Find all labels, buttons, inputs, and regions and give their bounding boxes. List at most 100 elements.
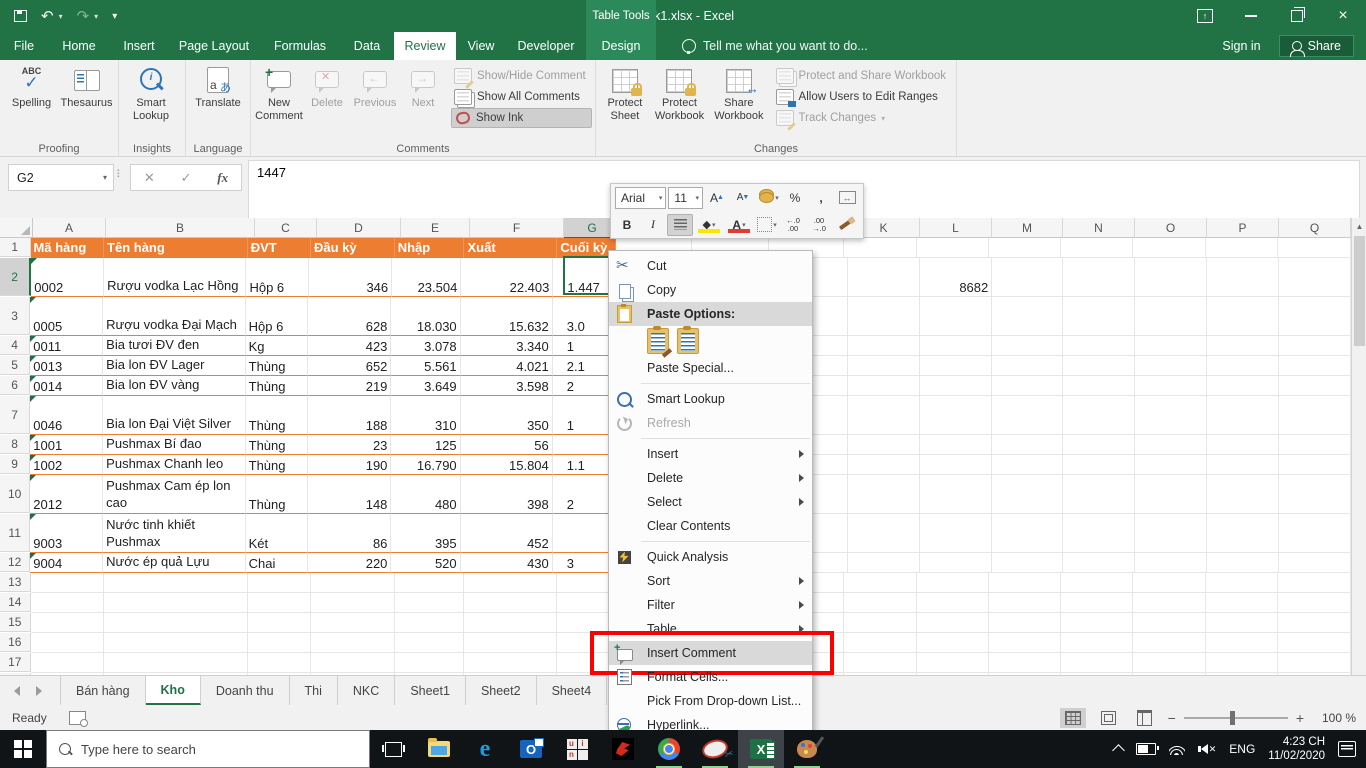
font-size-select[interactable]: 11 ▾ (668, 186, 703, 209)
file-explorer-button[interactable] (416, 730, 462, 768)
zoom-out-button[interactable]: − (1168, 710, 1176, 726)
center-align-button[interactable] (667, 213, 693, 236)
cell-P11[interactable] (1207, 514, 1280, 553)
cell-Q17[interactable] (1278, 653, 1351, 673)
cell-D11[interactable]: 86 (308, 514, 392, 553)
cell-N18[interactable] (1061, 673, 1134, 675)
cell-M13[interactable] (989, 573, 1061, 593)
tab-design[interactable]: Design (586, 32, 656, 60)
cell-O9[interactable] (1135, 455, 1208, 475)
vertical-scroll-thumb[interactable] (1354, 236, 1365, 346)
column-header-O[interactable]: O (1135, 218, 1207, 238)
cell-F18[interactable] (464, 673, 558, 675)
cell-M8[interactable] (992, 435, 1064, 455)
cell-L4[interactable] (920, 336, 992, 356)
cell-N1[interactable] (1060, 238, 1134, 258)
battery-icon[interactable] (1135, 743, 1159, 755)
cell-K14[interactable] (843, 593, 917, 613)
cell-F2[interactable]: 22.403 (461, 258, 554, 297)
cell-E13[interactable] (394, 573, 465, 593)
cell-O6[interactable] (1135, 376, 1208, 396)
cell-B2[interactable]: Rượu vodka Lạc Hồng (104, 258, 247, 297)
language-indicator[interactable]: ENG (1229, 742, 1255, 756)
cell-B3[interactable]: Rượu vodka Đại Mạch (103, 297, 246, 336)
cell-M16[interactable] (989, 633, 1061, 653)
cell-B11[interactable]: Nước tinh khiết Pushmax (103, 514, 246, 553)
column-header-P[interactable]: P (1207, 218, 1279, 238)
row-header-16[interactable]: 16 (0, 633, 31, 652)
cell-E4[interactable]: 3.078 (391, 336, 461, 356)
excel-taskbar-button[interactable]: X (738, 730, 784, 768)
spelling-button[interactable]: ABC Spelling (4, 62, 59, 142)
cell-P3[interactable] (1207, 297, 1280, 336)
cell-N12[interactable] (1063, 553, 1136, 573)
cell-Q10[interactable] (1279, 475, 1351, 514)
cell-F14[interactable] (464, 593, 558, 613)
cell-D13[interactable] (311, 573, 395, 593)
column-header-N[interactable]: N (1063, 218, 1135, 238)
cell-O4[interactable] (1135, 336, 1208, 356)
cell-L17[interactable] (916, 653, 990, 673)
action-center-icon[interactable] (1338, 741, 1356, 757)
cell-M14[interactable] (989, 593, 1061, 613)
cell-O10[interactable] (1135, 475, 1208, 514)
cell-P7[interactable] (1207, 396, 1280, 435)
cell-K13[interactable] (843, 573, 917, 593)
row-header-14[interactable]: 14 (0, 593, 31, 612)
menu-item-quick-analysis[interactable]: Quick Analysis (609, 545, 812, 569)
cell-N6[interactable] (1063, 376, 1136, 396)
select-all-corner[interactable] (0, 218, 33, 238)
row-header-11[interactable]: 11 (0, 514, 31, 552)
row-header-10[interactable]: 10 (0, 475, 31, 513)
cell-M15[interactable] (989, 613, 1061, 633)
sheet-tab-sheet1[interactable]: Sheet1 (395, 676, 466, 705)
cell-K8[interactable] (848, 435, 921, 455)
zoom-in-button[interactable]: + (1296, 710, 1304, 726)
menu-item-format-cells[interactable]: Format Cells... (609, 665, 812, 689)
row-header-4[interactable]: 4 (0, 336, 31, 355)
cell-E12[interactable]: 520 (391, 553, 461, 573)
edge-button[interactable]: e (462, 730, 508, 768)
cell-K2[interactable] (848, 258, 921, 297)
cell-N15[interactable] (1060, 613, 1134, 633)
cell-E3[interactable]: 18.030 (391, 297, 461, 336)
sheet-tab-thi[interactable]: Thi (290, 676, 338, 705)
cell-P6[interactable] (1207, 376, 1280, 396)
cell-M4[interactable] (992, 336, 1064, 356)
cell-C15[interactable] (247, 613, 312, 633)
column-header-Q[interactable]: Q (1279, 218, 1351, 238)
cell-N13[interactable] (1060, 573, 1134, 593)
cell-K3[interactable] (848, 297, 921, 336)
chrome-button[interactable] (646, 730, 692, 768)
row-header-7[interactable]: 7 (0, 396, 31, 434)
comma-style-button[interactable]: , (809, 188, 833, 208)
cell-A7[interactable]: 0046 (30, 396, 104, 435)
cell-A6[interactable]: 0014 (30, 376, 104, 396)
cell-A14[interactable] (30, 593, 105, 613)
cell-O2[interactable] (1135, 258, 1208, 297)
cell-M12[interactable] (992, 553, 1064, 573)
cell-F7[interactable]: 350 (460, 396, 553, 435)
menu-item-pick-from-drop-down-list[interactable]: Pick From Drop-down List... (609, 689, 812, 713)
cell-P4[interactable] (1207, 336, 1280, 356)
zoom-slider-thumb[interactable] (1229, 711, 1235, 725)
cell-N17[interactable] (1060, 653, 1134, 673)
column-header-F[interactable]: F (470, 218, 564, 238)
cell-M2[interactable] (992, 258, 1064, 297)
cell-A16[interactable] (30, 633, 105, 653)
cell-E17[interactable] (394, 653, 465, 673)
cell-O12[interactable] (1135, 553, 1208, 573)
cell-B17[interactable] (104, 653, 248, 673)
cell-Q7[interactable] (1279, 396, 1351, 435)
cell-E14[interactable] (394, 593, 465, 613)
cell-L10[interactable] (920, 475, 992, 514)
font-color-button[interactable]: A ▾ (725, 215, 753, 235)
cell-A4[interactable]: 0011 (30, 336, 104, 356)
tab-formulas[interactable]: Formulas (260, 32, 340, 60)
tell-me-box[interactable]: Tell me what you want to do... (682, 32, 868, 60)
translate-button[interactable]: Translate (190, 62, 246, 142)
cell-D5[interactable]: 652 (308, 356, 392, 376)
cell-P1[interactable] (1205, 238, 1279, 258)
cell-N10[interactable] (1063, 475, 1136, 514)
cell-Q9[interactable] (1279, 455, 1351, 475)
